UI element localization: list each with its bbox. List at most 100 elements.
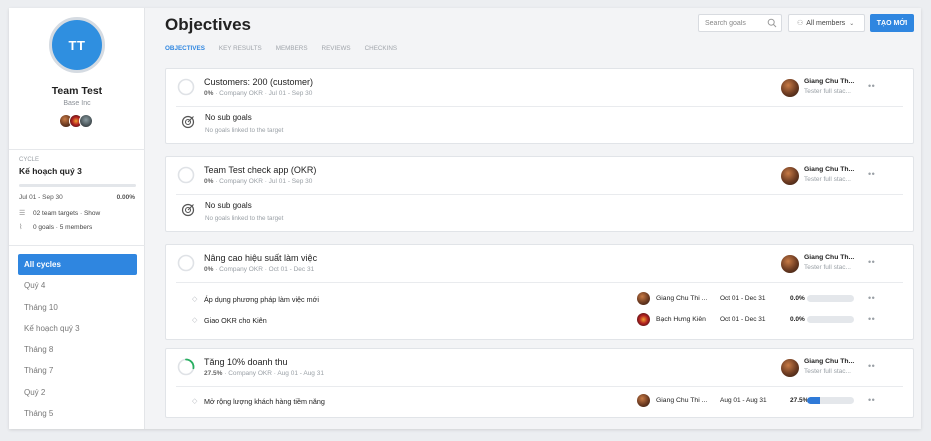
main-content: Objectives OBJECTIVES KEY RESULTS MEMBER… <box>145 8 921 429</box>
cycle-progress-value: 0.00% <box>116 194 135 201</box>
search-input[interactable] <box>705 18 765 29</box>
empty-title: No sub goals <box>205 113 252 122</box>
progress-ring-icon <box>177 254 195 272</box>
key-result-progress: 0.0% <box>790 295 805 302</box>
cycle-item[interactable]: Quý 4 <box>18 275 137 296</box>
owner-avatar[interactable] <box>637 292 650 305</box>
tab-checkins[interactable]: CHECKINS <box>365 45 398 52</box>
objective-progress: 27.5% <box>204 370 223 377</box>
more-options-icon[interactable]: •• <box>868 314 875 324</box>
objective-meta-text: · Company OKR · Oct 01 - Dec 31 <box>213 266 315 273</box>
diamond-icon: ◇ <box>192 296 198 303</box>
more-options-icon[interactable]: •• <box>868 81 875 91</box>
more-options-icon[interactable]: •• <box>868 293 875 303</box>
key-result-dates: Oct 01 - Dec 31 <box>720 295 766 302</box>
cycle-list: All cycles Quý 4 Tháng 10 Kế hoạch quý 3… <box>18 254 137 424</box>
goals-members-stat: ⌇ 0 goals · 5 members <box>19 223 92 232</box>
objective-meta: 0% · Company OKR · Jul 01 - Sep 30 <box>204 90 312 97</box>
owner-avatar[interactable] <box>637 313 650 326</box>
list-icon: ☰ <box>19 210 26 217</box>
member-avatar[interactable] <box>79 114 93 128</box>
tab-objectives[interactable]: OBJECTIVES <box>165 45 205 52</box>
owner-avatar[interactable] <box>781 79 799 97</box>
sidebar: TT Team Test Base Inc CYCLE Kế hoạch quý… <box>9 8 145 429</box>
owner-role: Tester full stac... <box>804 264 851 271</box>
key-result-row[interactable]: ◇ Áp dụng phương pháp làm việc mới Giang… <box>166 289 913 310</box>
empty-title: No sub goals <box>205 201 252 210</box>
search-box[interactable] <box>698 14 782 32</box>
team-company: Base Inc <box>63 100 91 107</box>
objective-title[interactable]: Team Test check app (OKR) <box>204 165 316 175</box>
tab-members[interactable]: MEMBERS <box>276 45 308 52</box>
cycle-item[interactable]: Kế hoạch quý 3 <box>18 318 137 339</box>
key-result-owner[interactable]: Bạch Hưng Kiên <box>656 316 706 323</box>
key-result-title[interactable]: Giao OKR cho Kiên <box>204 316 267 325</box>
owner-name[interactable]: Giang Chu Th... <box>804 166 854 173</box>
owner-name[interactable]: Giang Chu Th... <box>804 358 854 365</box>
objective-title[interactable]: Customers: 200 (customer) <box>204 77 313 87</box>
progress-fill <box>807 397 820 404</box>
objective-card: Team Test check app (OKR) 0% · Company O… <box>165 156 914 232</box>
target-icon <box>181 115 195 129</box>
objective-card: Nâng cao hiệu suất làm việc 0% · Company… <box>165 244 914 340</box>
objective-meta: 0% · Company OKR · Oct 01 - Dec 31 <box>204 266 314 273</box>
objective-header[interactable]: Customers: 200 (customer) 0% · Company O… <box>166 69 913 106</box>
cycle-label: CYCLE <box>19 157 40 163</box>
create-new-button[interactable]: TẠO MỚI <box>870 14 914 32</box>
cycle-item[interactable]: Tháng 7 <box>18 360 137 381</box>
empty-subtitle: No goals linked to the target <box>205 127 284 134</box>
progress-ring-icon <box>177 166 195 184</box>
cycle-item-all-cycles[interactable]: All cycles <box>18 254 137 276</box>
cycle-item[interactable]: Tháng 8 <box>18 339 137 360</box>
users-icon: ⚇ <box>797 20 804 27</box>
page-title: Objectives <box>165 15 251 34</box>
owner-avatar[interactable] <box>781 167 799 185</box>
members-filter-dropdown[interactable]: ⚇ All members ⌄ <box>788 14 865 32</box>
key-result-dates: Aug 01 - Aug 31 <box>720 397 767 404</box>
key-result-dates: Oct 01 - Dec 31 <box>720 316 766 323</box>
team-avatar: TT <box>49 17 105 73</box>
key-result-row[interactable]: ◇ Mở rộng lượng khách hàng tiềm năng Gia… <box>166 391 913 412</box>
more-options-icon[interactable]: •• <box>868 169 875 179</box>
cycle-item[interactable]: Tháng 5 <box>18 403 137 424</box>
objective-title[interactable]: Tăng 10% doanh thu <box>204 357 288 367</box>
owner-avatar[interactable] <box>781 255 799 273</box>
key-result-title[interactable]: Mở rộng lượng khách hàng tiềm năng <box>204 397 325 406</box>
more-options-icon[interactable]: •• <box>868 361 875 371</box>
activity-icon: ⌇ <box>19 224 23 231</box>
objective-title[interactable]: Nâng cao hiệu suất làm việc <box>204 253 317 263</box>
objective-progress: 0% <box>204 266 214 273</box>
diamond-icon: ◇ <box>192 398 198 405</box>
more-options-icon[interactable]: •• <box>868 395 875 405</box>
key-result-row[interactable]: ◇ Giao OKR cho Kiên Bạch Hưng Kiên Oct 0… <box>166 310 913 331</box>
cycle-name[interactable]: Kế hoạch quý 3 <box>19 166 82 176</box>
member-avatars[interactable] <box>59 114 93 128</box>
key-result-owner[interactable]: Giang Chu Thi ... <box>656 295 707 302</box>
objective-header[interactable]: Tăng 10% doanh thu 27.5% · Company OKR ·… <box>166 349 913 386</box>
tab-reviews[interactable]: REVIEWS <box>322 45 351 52</box>
objective-card: Tăng 10% doanh thu 27.5% · Company OKR ·… <box>165 348 914 418</box>
search-icon[interactable] <box>767 18 777 28</box>
app-window: TT Team Test Base Inc CYCLE Kế hoạch quý… <box>9 8 921 429</box>
owner-avatar[interactable] <box>781 359 799 377</box>
owner-role: Tester full stac... <box>804 176 851 183</box>
more-options-icon[interactable]: •• <box>868 257 875 267</box>
team-name: Team Test <box>51 85 103 97</box>
owner-name[interactable]: Giang Chu Th... <box>804 78 854 85</box>
key-result-title[interactable]: Áp dụng phương pháp làm việc mới <box>204 295 319 304</box>
cycle-item[interactable]: Quý 2 <box>18 382 137 403</box>
owner-role: Tester full stac... <box>804 368 851 375</box>
objective-header[interactable]: Team Test check app (OKR) 0% · Company O… <box>166 157 913 194</box>
key-result-owner[interactable]: Giang Chu Thi ... <box>656 397 707 404</box>
objective-progress: 0% <box>204 90 214 97</box>
owner-name[interactable]: Giang Chu Th... <box>804 254 854 261</box>
owner-avatar[interactable] <box>637 394 650 407</box>
tab-key-results[interactable]: KEY RESULTS <box>219 45 262 52</box>
objective-meta-text: · Company OKR · Jul 01 - Sep 30 <box>213 178 313 185</box>
objective-meta: 27.5% · Company OKR · Aug 01 - Aug 31 <box>204 370 324 377</box>
objective-header[interactable]: Nâng cao hiệu suất làm việc 0% · Company… <box>166 245 913 282</box>
key-result-progress-bar <box>807 397 854 404</box>
team-targets-stat[interactable]: ☰ 02 team targets · Show <box>19 209 101 218</box>
team-targets-label: 02 team targets · Show <box>33 209 101 217</box>
cycle-item[interactable]: Tháng 10 <box>18 297 137 318</box>
